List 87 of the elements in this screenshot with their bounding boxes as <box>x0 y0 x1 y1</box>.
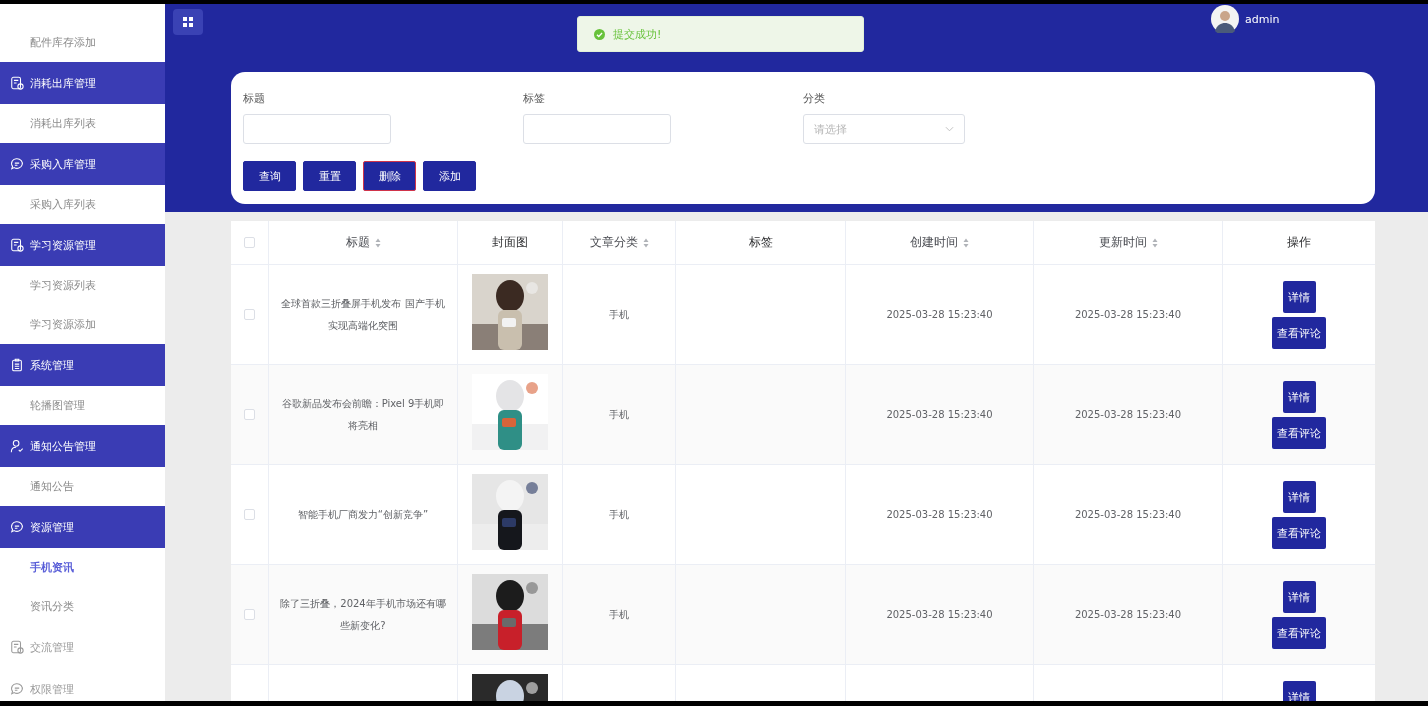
article-title: 谷歌新品发布会前瞻：Pixel 9手机即将亮相 <box>280 396 446 433</box>
menu-group[interactable]: 学习资源管理 <box>0 224 165 266</box>
menu-group-label: 消耗出库管理 <box>30 75 96 91</box>
sort-icon[interactable] <box>642 237 649 248</box>
action-button[interactable]: 查看评论 <box>1272 517 1326 549</box>
grid-icon <box>183 17 193 27</box>
field-label: 标题 <box>243 92 266 106</box>
column-header: 更新时间 <box>1098 234 1147 251</box>
category-text: 手机 <box>609 307 629 322</box>
menu-group-label: 通知公告管理 <box>30 438 96 454</box>
menu-item[interactable]: 手机资讯 <box>0 548 165 587</box>
form-button[interactable]: 删除 <box>363 161 416 191</box>
form-button[interactable]: 查询 <box>243 161 296 191</box>
menu-group-label: 系统管理 <box>30 357 74 373</box>
menu-group-label: 学习资源管理 <box>30 237 96 253</box>
document-clock-icon <box>10 238 24 252</box>
chat-icon <box>10 682 24 696</box>
menu-item[interactable]: 消耗出库列表 <box>0 104 165 143</box>
column-header: 文章分类 <box>589 234 638 251</box>
menu-group[interactable]: 采购入库管理 <box>0 143 165 185</box>
toast-message: 提交成功! <box>613 26 662 42</box>
apps-button[interactable] <box>173 9 203 35</box>
created-time: 2025-03-28 15:23:40 <box>886 407 993 422</box>
menu-group[interactable]: 资源管理 <box>0 506 165 548</box>
document-clock-icon <box>10 76 24 90</box>
category-text: 手机 <box>609 507 629 522</box>
sort-icon[interactable] <box>374 237 381 248</box>
menu-item[interactable]: 轮播图管理 <box>0 386 165 425</box>
action-button[interactable]: 详情 <box>1282 481 1316 513</box>
menu-group[interactable]: 系统管理 <box>0 344 165 386</box>
action-button[interactable]: 详情 <box>1282 381 1316 413</box>
row-checkbox[interactable] <box>244 309 255 320</box>
created-time: 2025-03-28 15:23:40 <box>886 307 993 322</box>
clipboard-icon <box>10 358 24 372</box>
updated-time: 2025-03-28 15:23:40 <box>1074 507 1182 522</box>
menu-item[interactable]: 学习资源列表 <box>0 266 165 305</box>
column-header: 标签 <box>748 234 773 251</box>
field-label: 分类 <box>803 92 826 106</box>
menu-item[interactable]: 通知公告 <box>0 467 165 506</box>
article-title: 全球首款三折叠屏手机发布 国产手机实现高端化突围 <box>280 296 446 333</box>
user-name: admin <box>1245 12 1280 26</box>
field-label: 标签 <box>523 92 546 106</box>
input-field[interactable] <box>243 114 391 144</box>
row-checkbox[interactable] <box>244 509 255 520</box>
form-button[interactable]: 添加 <box>423 161 476 191</box>
category-text: 手机 <box>609 407 629 422</box>
menu-item[interactable]: 资讯分类 <box>0 587 165 626</box>
row-checkbox[interactable] <box>244 409 255 420</box>
menu-group-label: 资源管理 <box>30 519 74 535</box>
action-button[interactable]: 查看评论 <box>1272 417 1326 449</box>
menu-item[interactable]: 配件库存添加 <box>0 23 165 62</box>
column-header: 创建时间 <box>910 234 958 251</box>
chat-icon <box>10 157 24 171</box>
document-clock-icon <box>10 640 24 654</box>
article-title: 智能手机厂商发力“创新竞争” <box>297 507 429 522</box>
check-circle-icon <box>594 28 605 40</box>
chevron-down-icon <box>945 126 954 132</box>
avatar[interactable] <box>1211 5 1239 33</box>
menu-item[interactable]: 采购入库列表 <box>0 185 165 224</box>
updated-time: 2025-03-28 15:23:40 <box>1074 607 1182 622</box>
column-header: 封面图 <box>492 234 528 251</box>
menu-item[interactable]: 学习资源添加 <box>0 305 165 344</box>
action-button[interactable]: 查看评论 <box>1272 317 1326 349</box>
sort-icon[interactable] <box>1151 237 1158 248</box>
action-button[interactable]: 查看评论 <box>1272 617 1326 649</box>
input-field[interactable] <box>523 114 671 144</box>
select-all-checkbox[interactable] <box>244 237 255 248</box>
menu-group-label: 采购入库管理 <box>30 156 96 172</box>
action-button[interactable]: 详情 <box>1282 581 1316 613</box>
action-button[interactable]: 详情 <box>1282 281 1316 313</box>
menu-group[interactable]: 消耗出库管理 <box>0 62 165 104</box>
chat-icon <box>10 520 24 534</box>
sort-icon[interactable] <box>963 237 969 248</box>
created-time: 2025-03-28 15:23:40 <box>886 507 993 522</box>
updated-time: 2025-03-28 15:23:40 <box>1074 407 1182 422</box>
menu-group-label: 权限管理 <box>30 681 74 697</box>
menu-group-label: 交流管理 <box>30 639 74 655</box>
row-checkbox[interactable] <box>244 609 255 620</box>
user-icon <box>10 439 24 453</box>
column-header: 操作 <box>1287 234 1311 251</box>
form-button[interactable]: 重置 <box>303 161 356 191</box>
article-title: 除了三折叠，2024年手机市场还有哪些新变化? <box>279 596 447 633</box>
menu-group[interactable]: 通知公告管理 <box>0 425 165 467</box>
category-text: 手机 <box>609 607 629 622</box>
created-time: 2025-03-28 15:23:40 <box>886 607 993 622</box>
column-header: 标题 <box>345 234 370 251</box>
updated-time: 2025-03-28 15:23:40 <box>1074 307 1182 322</box>
